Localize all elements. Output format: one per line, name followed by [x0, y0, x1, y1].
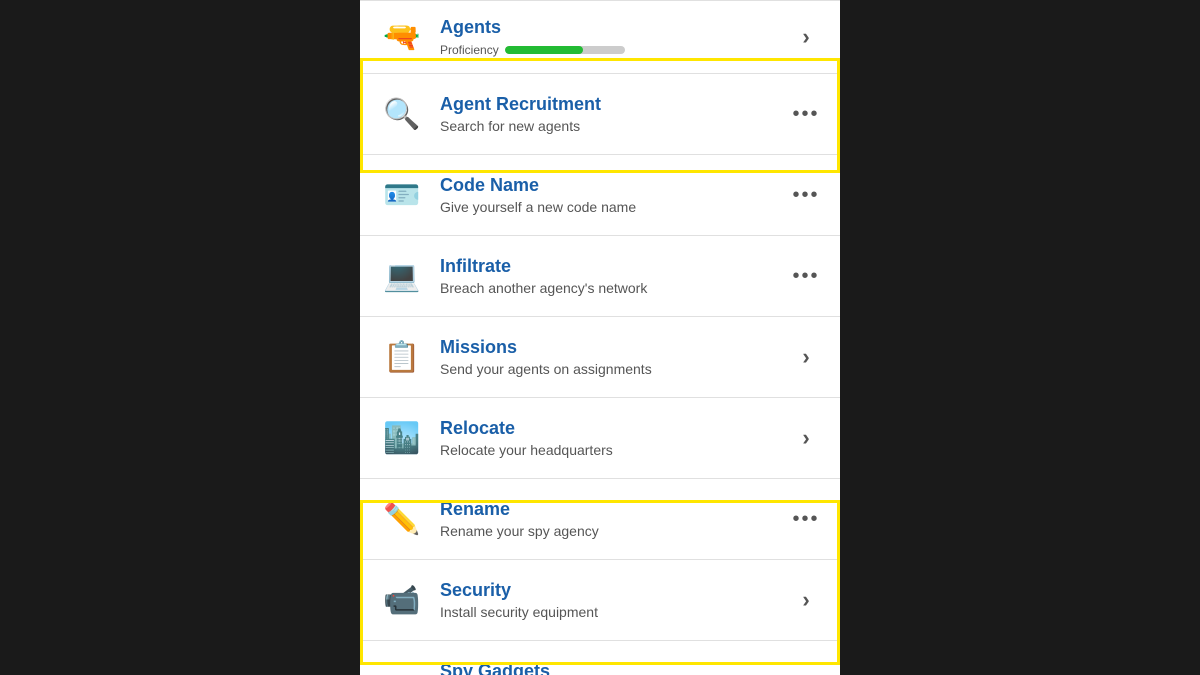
dots-icon-3: •••	[792, 265, 819, 288]
missions-subtitle: Send your agents on assignments	[440, 361, 788, 377]
code-name-subtitle: Give yourself a new code name	[440, 199, 788, 215]
chevron-icon-2: ›	[802, 344, 809, 370]
missions-action[interactable]: ›	[788, 344, 824, 370]
agent-recruitment-action[interactable]: •••	[788, 103, 824, 126]
rename-subtitle: Rename your spy agency	[440, 523, 788, 539]
missions-text-area: Missions Send your agents on assignments	[440, 337, 788, 377]
menu-item-code-name[interactable]: 🪪 Code Name Give yourself a new code nam…	[360, 155, 840, 236]
security-title: Security	[440, 580, 788, 602]
menu-list: 🔫 Agents Proficiency › 🔍 Agent	[360, 0, 840, 675]
missions-title: Missions	[440, 337, 788, 359]
infiltrate-subtitle: Breach another agency's network	[440, 280, 788, 296]
agents-title: Agents	[440, 17, 788, 39]
gun-icon: 🔫	[376, 11, 428, 63]
rename-text-area: Rename Rename your spy agency	[440, 499, 788, 539]
agent-recruitment-text-area: Agent Recruitment Search for new agents	[440, 94, 788, 134]
agents-action[interactable]: ›	[788, 24, 824, 50]
chevron-icon: ›	[802, 24, 809, 50]
relocate-text-area: Relocate Relocate your headquarters	[440, 418, 788, 458]
chevron-icon-4: ›	[802, 587, 809, 613]
code-name-action[interactable]: •••	[788, 184, 824, 207]
search-icon: 🔍	[376, 88, 428, 140]
dots-icon-2: •••	[792, 184, 819, 207]
relocate-subtitle: Relocate your headquarters	[440, 442, 788, 458]
relocate-title: Relocate	[440, 418, 788, 440]
spy-gadgets-action[interactable]: ›	[788, 668, 824, 675]
laptop-icon: 💻	[376, 250, 428, 302]
dots-icon-4: •••	[792, 508, 819, 531]
code-name-text-area: Code Name Give yourself a new code name	[440, 175, 788, 215]
menu-item-relocate[interactable]: 🏙️ Relocate Relocate your headquarters ›	[360, 398, 840, 479]
proficiency-label: Proficiency	[440, 43, 499, 57]
rename-title: Rename	[440, 499, 788, 521]
agent-recruitment-title: Agent Recruitment	[440, 94, 788, 116]
relocate-icon: 🏙️	[376, 412, 428, 464]
missions-icon: 📋	[376, 331, 428, 383]
menu-item-agents[interactable]: 🔫 Agents Proficiency ›	[360, 0, 840, 74]
agent-recruitment-subtitle: Search for new agents	[440, 118, 788, 134]
chevron-icon-5: ›	[802, 668, 809, 675]
phone-container: 🔫 Agents Proficiency › 🔍 Agent	[360, 0, 840, 675]
progress-bar-fill	[505, 46, 583, 54]
security-subtitle: Install security equipment	[440, 604, 788, 620]
id-card-icon: 🪪	[376, 169, 428, 221]
infiltrate-text-area: Infiltrate Breach another agency's netwo…	[440, 256, 788, 296]
menu-item-rename[interactable]: ✏️ Rename Rename your spy agency •••	[360, 479, 840, 560]
proficiency-container: Proficiency	[440, 43, 788, 57]
spy-gadgets-text-area: Spy Gadgets Purchase tech for your agenc…	[440, 661, 788, 675]
progress-bar-background	[505, 46, 625, 54]
security-icon: 📹	[376, 574, 428, 626]
menu-item-agent-recruitment[interactable]: 🔍 Agent Recruitment Search for new agent…	[360, 74, 840, 155]
dots-icon: •••	[792, 103, 819, 126]
menu-item-security[interactable]: 📹 Security Install security equipment ›	[360, 560, 840, 641]
infiltrate-title: Infiltrate	[440, 256, 788, 278]
menu-item-missions[interactable]: 📋 Missions Send your agents on assignmen…	[360, 317, 840, 398]
menu-item-spy-gadgets[interactable]: 🕶️ Spy Gadgets Purchase tech for your ag…	[360, 641, 840, 675]
spy-gadgets-icon: 🕶️	[376, 655, 428, 675]
chevron-icon-3: ›	[802, 425, 809, 451]
security-action[interactable]: ›	[788, 587, 824, 613]
code-name-title: Code Name	[440, 175, 788, 197]
spy-gadgets-title: Spy Gadgets	[440, 661, 788, 675]
security-text-area: Security Install security equipment	[440, 580, 788, 620]
agents-text-area: Agents Proficiency	[440, 17, 788, 57]
rename-icon: ✏️	[376, 493, 428, 545]
menu-item-infiltrate[interactable]: 💻 Infiltrate Breach another agency's net…	[360, 236, 840, 317]
infiltrate-action[interactable]: •••	[788, 265, 824, 288]
rename-action[interactable]: •••	[788, 508, 824, 531]
relocate-action[interactable]: ›	[788, 425, 824, 451]
